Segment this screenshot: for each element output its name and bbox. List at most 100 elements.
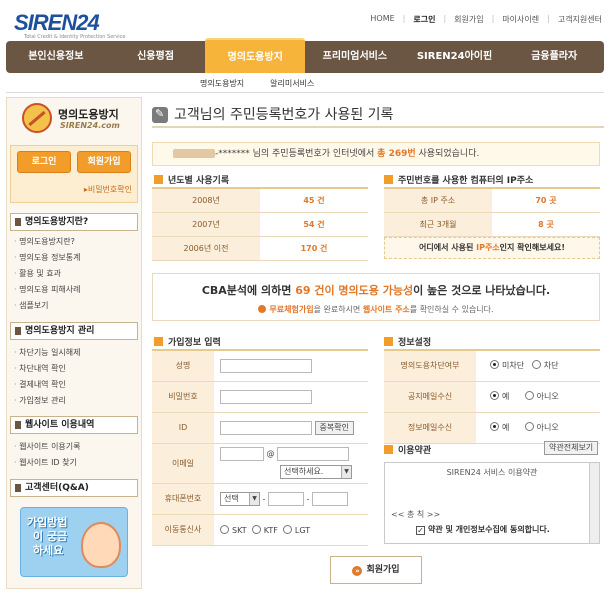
sidebar-section-about[interactable]: 명의도용방지란? [10, 213, 138, 231]
sidebar-item[interactable]: 차단내역 확인 [14, 361, 81, 377]
nav-credit-info[interactable]: 본인신용정보 [6, 41, 106, 73]
table-row: 총 IP 주소 70 곳 [384, 188, 600, 213]
sidebar-item[interactable]: 명의도용 정보통계 [14, 250, 80, 266]
sidebar-logo-title: 명의도용방지 [58, 108, 119, 121]
info-mail-no-radio[interactable] [524, 422, 534, 431]
sidebar-item[interactable]: 활용 및 효과 [14, 266, 81, 282]
nav-ipin[interactable]: SIREN24아이핀 [405, 41, 505, 73]
nav-divider [6, 92, 604, 93]
cba-analysis-box: CBA분석에 의하면 69 건이 명의도용 가능성이 높은 것으로 나타났습니다… [152, 273, 600, 321]
nav-credit-score[interactable]: 신용평점 [106, 41, 206, 73]
register-submit-button[interactable]: » 회원가입 [330, 556, 422, 584]
login-button[interactable]: 로그인 [17, 151, 71, 173]
info-settings-title: 정보설정 [384, 335, 431, 348]
page-title: 고객님의 주민등록번호가 사용된 기록 [152, 104, 393, 124]
notice-mail-no-radio[interactable] [524, 391, 534, 400]
sidebar-logo: 명의도용방지 SIREN24.com [22, 103, 142, 141]
sidebar-item[interactable]: 웹사이트 ID 찾기 [14, 455, 81, 471]
logo-text: SIREN24 [14, 10, 100, 35]
main-nav: 본인신용정보 신용평점 명의도용방지 프리미엄서비스 SIREN24아이핀 금융… [6, 38, 604, 73]
join-guide-banner[interactable]: 가입방법 이 궁금 하세요 [20, 507, 128, 577]
name-input[interactable] [220, 358, 312, 373]
sidebar-list-website: 웹사이트 이용기록 웹사이트 ID 찾기 [14, 439, 81, 471]
terms-scrollbar[interactable] [589, 463, 599, 543]
ip-check-link[interactable]: 어디에서 사용된 IP주소인지 확인해보세요! [384, 237, 600, 259]
sidebar-item[interactable]: 웹사이트 이용기록 [14, 439, 80, 455]
phone-mid-input[interactable] [267, 491, 304, 506]
sidebar-section-manage[interactable]: 명의도용방지 관리 [10, 322, 138, 340]
nav-premium[interactable]: 프리미엄서비스 [305, 41, 405, 73]
usage-total: 총 269번 [377, 149, 416, 159]
table-row: ID 중복확인 [152, 412, 368, 444]
sidebar-list-manage: 차단기능 일시해제 차단내역 확인 결제내역 확인 가입정보 관리 [14, 345, 81, 409]
block-radio[interactable] [531, 360, 541, 370]
subnav-alert-service[interactable]: 알리미서비스 [270, 78, 314, 89]
view-full-terms-button[interactable]: 약관전체보기 [544, 441, 599, 455]
pencil-icon [152, 107, 168, 123]
info-mail-yes-radio[interactable] [490, 422, 499, 431]
home-link[interactable]: HOME [370, 14, 394, 25]
table-row: 성명 [152, 350, 368, 382]
password-check-link[interactable]: ▸비밀번호확인 [84, 184, 132, 195]
ip-table: 총 IP 주소 70 곳 최근 3개월 8 곳 [384, 187, 600, 237]
sidebar-item[interactable]: 샘플보기 [14, 298, 81, 314]
phone-last-input[interactable] [311, 491, 348, 506]
sidebar-item[interactable]: 명의도용 피해사례 [14, 282, 80, 298]
subnav-identity-theft[interactable]: 명의도용방지 [200, 78, 244, 89]
table-row: 명의도용차단여부 미차단 차단 [384, 350, 600, 382]
masked-name [173, 149, 215, 158]
email-domain-select[interactable]: 선택하세요. ▼ [280, 464, 352, 479]
join-link[interactable]: 회원가입 [454, 14, 483, 25]
sub-nav: 명의도용방지 알리미서비스 [200, 78, 314, 89]
nav-identity-theft[interactable]: 명의도용방지 [205, 38, 306, 73]
table-row: 정보메일수신 예 아니오 [384, 412, 600, 444]
support-link[interactable]: 고객지원센터 [558, 14, 602, 25]
yearly-title: 년도별 사용기록 [154, 173, 229, 186]
table-row: 이메일 @ 선택하세요. ▼ [152, 443, 368, 484]
sidebar-section-website[interactable]: 웹사이트 이용내역 [10, 416, 138, 434]
id-input[interactable] [220, 420, 312, 435]
info-icon [258, 305, 267, 313]
usage-notice: -******* 님의 주민등록번호가 인터넷에서 총 269번 사용되었습니다… [152, 142, 600, 166]
terms-heading: SIREN24 서비스 이용약관 [446, 468, 538, 477]
table-row: 2007년 54 건 [152, 212, 368, 237]
phone-prefix-select[interactable]: 선택 ▼ [220, 491, 260, 506]
ip-title: 주민번호를 사용한 컴퓨터의 IP주소 [384, 173, 533, 186]
agree-checkbox[interactable]: ✓ [416, 526, 425, 535]
top-links: HOME | 로그인 | 회원가입 | 마이사이렌 | 고객지원센터 [370, 14, 602, 25]
notice-mail-yes-radio[interactable] [490, 391, 499, 400]
carrier-ktf-radio[interactable] [251, 524, 261, 534]
table-row: 공지메일수신 예 아니오 [384, 381, 600, 413]
email-domain-input[interactable] [277, 446, 350, 461]
sidebar-item[interactable]: 명의도용방지란? [14, 234, 81, 250]
table-row: 2008년 45 건 [152, 188, 368, 213]
password-input[interactable] [220, 389, 312, 404]
info-settings-table: 명의도용차단여부 미차단 차단 공지메일수신 예 아니오 정보메일수신 예 아니오 [384, 349, 600, 444]
yearly-table: 2008년 45 건 2007년 54 건 2006년 이전 170 건 [152, 187, 368, 261]
promo-text: 가입방법 이 궁금 하세요 [27, 516, 68, 557]
sidebar-item[interactable]: 차단기능 일시해제 [14, 345, 80, 361]
sidebar-section-support[interactable]: 고객센터(Q&A) [10, 479, 138, 497]
terms-agree[interactable]: ✓ 약관 및 개인정보수집에 동의합니다. [416, 524, 550, 535]
duplicate-check-button[interactable]: 중복확인 [314, 420, 354, 435]
table-row: 2006년 이전 170 건 [152, 236, 368, 261]
login-box: 로그인 회원가입 ▸비밀번호확인 [10, 145, 138, 203]
terms-title: 이용약관 [384, 443, 431, 456]
join-button[interactable]: 회원가입 [77, 151, 131, 173]
no-theft-icon [22, 103, 52, 133]
table-row: 최근 3개월 8 곳 [384, 212, 600, 237]
title-underline [152, 126, 604, 128]
carrier-lgt-radio[interactable] [282, 524, 292, 534]
login-link[interactable]: 로그인 [413, 14, 435, 25]
nav-finance-plaza[interactable]: 금융플라자 [504, 41, 604, 73]
siren24-logo[interactable]: SIREN24 Total Credit & Identity Protecti… [10, 8, 126, 40]
email-id-input[interactable] [220, 446, 264, 461]
arrow-icon: » [352, 566, 363, 576]
sidebar-item[interactable]: 가입정보 관리 [14, 393, 81, 409]
sidebar-logo-sub: SIREN24.com [60, 121, 120, 130]
table-row: 비밀번호 [152, 381, 368, 413]
unblock-radio[interactable] [490, 360, 499, 370]
mysiren-link[interactable]: 마이사이렌 [502, 14, 539, 25]
sidebar-item[interactable]: 결제내역 확인 [14, 377, 81, 393]
carrier-skt-radio[interactable] [220, 524, 229, 534]
